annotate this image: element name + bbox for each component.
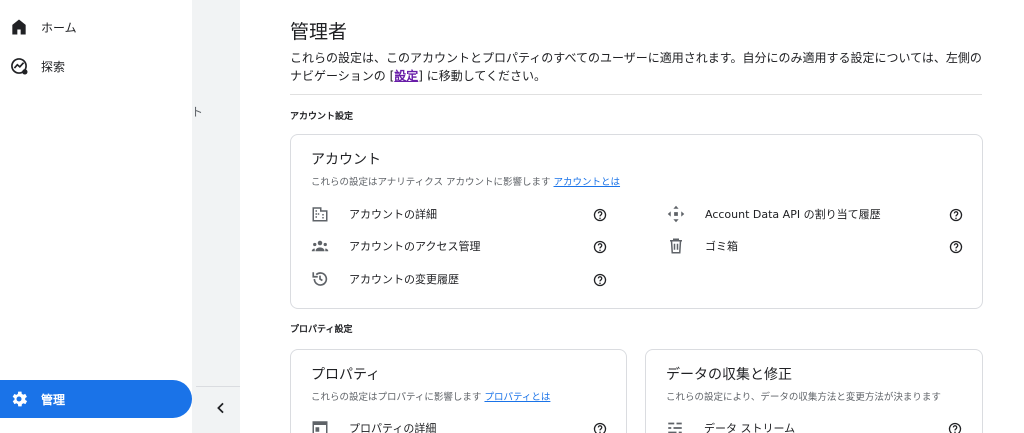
collapse-sidebar-button[interactable] bbox=[210, 398, 232, 420]
building-icon bbox=[311, 205, 329, 223]
help-icon[interactable] bbox=[593, 272, 607, 287]
what-is-account-link[interactable]: アカウントとは bbox=[554, 177, 621, 188]
help-icon[interactable] bbox=[593, 207, 607, 222]
sidebar-item-explore[interactable]: 探索 bbox=[0, 47, 192, 85]
card-subtitle: これらの設定はプロパティに影響します プロパティとは bbox=[311, 389, 550, 403]
item-label: ゴミ箱 bbox=[705, 240, 738, 253]
card-subtitle-text: これらの設定はアナリティクス アカウントに影響します bbox=[311, 177, 551, 188]
people-icon bbox=[311, 237, 329, 255]
help-icon[interactable] bbox=[949, 207, 963, 222]
help-icon[interactable] bbox=[593, 239, 607, 254]
sidebar-item-home[interactable]: ホーム bbox=[0, 8, 192, 46]
sidebar-item-label: 管理 bbox=[41, 392, 66, 407]
item-label: アカウントの変更履歴 bbox=[349, 273, 459, 286]
data-collection-card: データの収集と修正 これらの設定により、データの収集方法と変更方法が決まります … bbox=[645, 349, 983, 433]
card-title: アカウント bbox=[311, 152, 381, 168]
chevron-left-icon bbox=[214, 400, 228, 419]
card-subtitle: これらの設定はアナリティクス アカウントに影響します アカウントとは bbox=[311, 174, 620, 188]
card-title: プロパティ bbox=[311, 367, 381, 383]
explore-icon bbox=[9, 56, 29, 76]
card-subtitle-text: これらの設定はプロパティに影響します bbox=[311, 392, 482, 403]
account-change-history-item[interactable]: アカウントの変更履歴 bbox=[311, 267, 611, 291]
help-icon[interactable] bbox=[593, 421, 607, 433]
sidebar-item-label: 探索 bbox=[41, 59, 66, 74]
card-title: データの収集と修正 bbox=[666, 367, 792, 383]
divider bbox=[290, 94, 982, 95]
home-icon bbox=[9, 17, 29, 37]
item-label: アカウントのアクセス管理 bbox=[349, 240, 481, 253]
main-content: 管理者 これらの設定は、このアカウントとプロパティのすべてのユーザーに適用されま… bbox=[240, 0, 1024, 433]
account-details-item[interactable]: アカウントの詳細 bbox=[311, 202, 611, 226]
sidebar: ホーム 探索 管理 bbox=[0, 0, 192, 433]
sidebar-item-admin[interactable]: 管理 bbox=[0, 380, 192, 418]
description-text-end: ] に移動してください。 bbox=[418, 69, 547, 83]
trash-icon bbox=[667, 237, 685, 255]
item-label: Account Data API の割り当て履歴 bbox=[705, 208, 881, 221]
help-icon[interactable] bbox=[949, 239, 963, 254]
property-details-item[interactable]: プロパティの詳細 bbox=[311, 416, 611, 433]
trash-item[interactable]: ゴミ箱 bbox=[667, 234, 967, 258]
page-description: これらの設定は、このアカウントとプロパティのすべてのユーザーに適用されます。自分… bbox=[290, 49, 990, 85]
gear-icon bbox=[9, 389, 29, 409]
section-label-account: アカウント設定 bbox=[290, 112, 354, 122]
item-label: データ ストリーム bbox=[704, 422, 796, 433]
property-card: プロパティ これらの設定はプロパティに影響します プロパティとは プロパティの詳… bbox=[290, 349, 627, 433]
nav-rail bbox=[192, 0, 240, 433]
item-label: プロパティの詳細 bbox=[349, 422, 437, 433]
page-title: 管理者 bbox=[290, 21, 348, 43]
stream-icon bbox=[666, 419, 684, 433]
data-streams-item[interactable]: データ ストリーム bbox=[666, 416, 966, 433]
section-label-property: プロパティ設定 bbox=[290, 325, 353, 335]
browser-window-icon bbox=[311, 419, 329, 433]
what-is-property-link[interactable]: プロパティとは bbox=[484, 392, 550, 403]
move-arrows-icon bbox=[667, 205, 685, 223]
account-data-api-quota-history-item[interactable]: Account Data API の割り当て履歴 bbox=[667, 202, 967, 226]
sidebar-item-label: ホーム bbox=[41, 20, 77, 35]
help-icon[interactable] bbox=[948, 421, 962, 433]
rail-text-fragment: ト bbox=[191, 105, 204, 119]
divider bbox=[196, 386, 240, 387]
card-subtitle: これらの設定により、データの収集方法と変更方法が決まります bbox=[666, 392, 941, 403]
settings-link[interactable]: 設定 bbox=[394, 69, 418, 83]
history-icon bbox=[311, 270, 329, 288]
account-card: アカウント これらの設定はアナリティクス アカウントに影響します アカウントとは… bbox=[290, 134, 983, 309]
account-access-management-item[interactable]: アカウントのアクセス管理 bbox=[311, 234, 611, 258]
item-label: アカウントの詳細 bbox=[349, 208, 437, 221]
